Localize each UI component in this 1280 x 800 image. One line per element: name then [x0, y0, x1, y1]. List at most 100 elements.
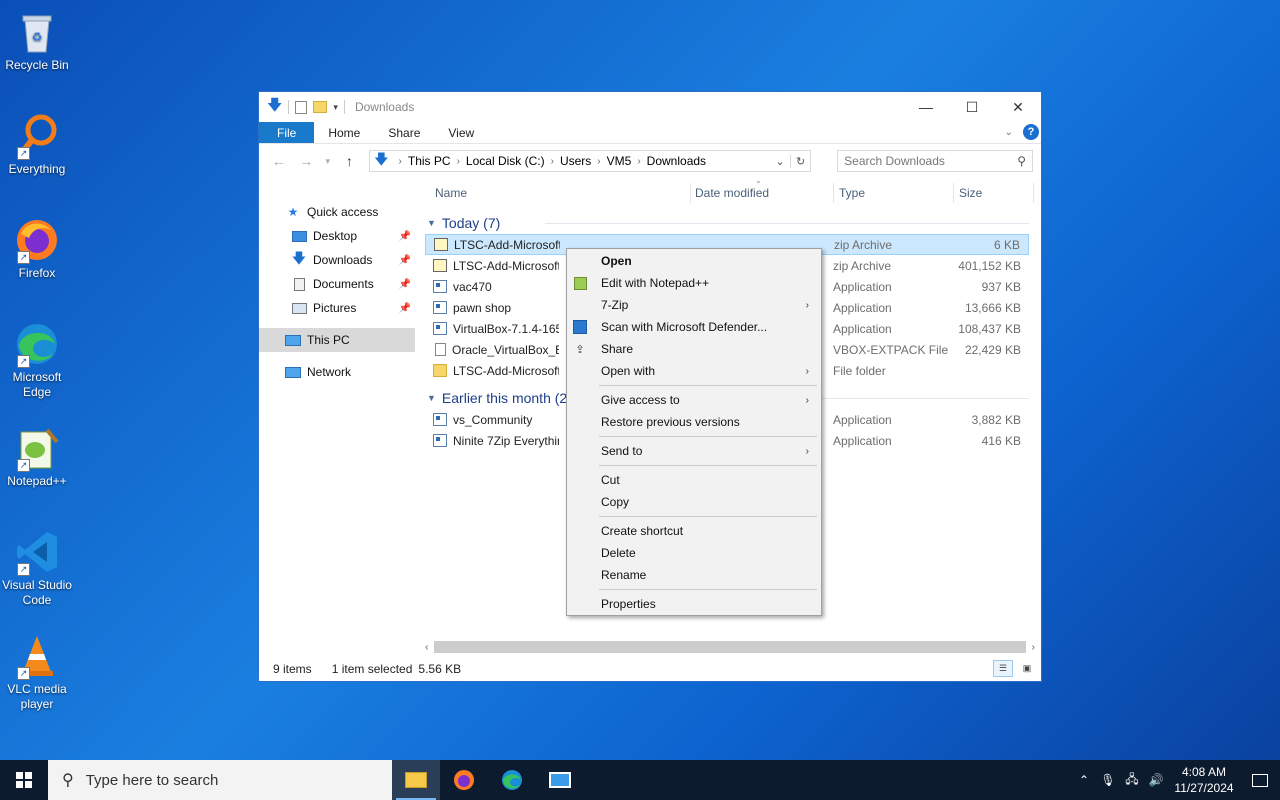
desktop-icon-notepadpp[interactable]: ↗ Notepad++ — [2, 424, 72, 489]
nav-desktop[interactable]: Desktop 📌 — [259, 224, 415, 248]
refresh-icon[interactable]: ↻ — [790, 154, 810, 168]
tab-share[interactable]: Share — [374, 122, 434, 143]
recycle-bin-icon: ♻ — [13, 8, 61, 56]
column-date-modified[interactable]: Date modified — [695, 186, 769, 200]
forward-button[interactable]: → — [294, 150, 317, 172]
scroll-left-icon[interactable]: ‹ — [425, 642, 428, 653]
network-icon[interactable]: 🖧 — [1120, 770, 1144, 791]
up-button[interactable]: ↑ — [338, 150, 361, 172]
notifications-icon[interactable] — [1240, 773, 1280, 787]
nav-pictures[interactable]: Pictures 📌 — [259, 296, 415, 320]
scroll-right-icon[interactable]: › — [1032, 642, 1035, 653]
shortcut-arrow-icon: ↗ — [17, 667, 30, 680]
zip-archive-icon — [433, 259, 447, 272]
menu-item-open-with[interactable]: Open with › — [567, 360, 821, 382]
desktop-icon-microsoft-edge[interactable]: ↗ Microsoft Edge — [2, 320, 72, 400]
column-type[interactable]: Type — [839, 186, 865, 200]
pictures-folder-icon — [291, 301, 307, 315]
close-button[interactable]: ✕ — [995, 92, 1041, 122]
column-name[interactable]: Name — [435, 186, 467, 200]
desktop-icon-firefox[interactable]: ↗ Firefox — [2, 216, 72, 281]
column-size[interactable]: Size — [959, 186, 982, 200]
edge-icon: ↗ — [13, 320, 61, 368]
selection-size: 5.56 KB — [418, 662, 462, 676]
microphone-icon[interactable]: 🎙 — [1096, 773, 1120, 787]
properties-icon[interactable] — [295, 100, 308, 114]
scrollbar-thumb[interactable] — [434, 641, 1026, 653]
submenu-arrow-icon: › — [805, 394, 809, 406]
column-headers: Name Date modified ⌄ Type Size — [425, 176, 1034, 208]
tab-file[interactable]: File — [259, 122, 315, 143]
file-icon — [435, 343, 446, 356]
nav-this-pc[interactable]: This PC — [259, 328, 415, 352]
desktop-icon-vlc[interactable]: ↗ VLC media player — [2, 632, 72, 712]
ribbon-tabs: File Home Share View ⌄ ? — [259, 122, 1041, 144]
nav-documents[interactable]: Documents 📌 — [259, 272, 415, 296]
search-icon: ⚲ — [1017, 154, 1026, 168]
menu-item-7zip[interactable]: 7-Zip › — [567, 294, 821, 316]
search-icon: ⚲ — [62, 772, 74, 789]
desktop-folder-icon — [291, 229, 307, 243]
desktop-icon-recycle-bin[interactable]: ♻ Recycle Bin — [2, 8, 72, 73]
computer-icon — [285, 333, 301, 347]
taskbar-remote-desktop[interactable] — [536, 760, 584, 800]
expand-ribbon-icon[interactable]: ⌄ — [1005, 127, 1013, 138]
breadcrumb-users[interactable]: Users — [560, 154, 591, 168]
nav-quick-access[interactable]: ★ Quick access — [259, 200, 415, 224]
menu-item-send-to[interactable]: Send to › — [567, 440, 821, 462]
menu-item-delete[interactable]: Delete — [567, 542, 821, 564]
breadcrumb-local-disk[interactable]: Local Disk (C:) — [466, 154, 545, 168]
downloads-folder-icon: 🡇 — [291, 250, 307, 266]
application-icon — [433, 322, 447, 335]
help-icon[interactable]: ? — [1023, 124, 1039, 140]
large-icons-view-icon[interactable]: ▣ — [1017, 660, 1037, 677]
menu-item-give-access-to[interactable]: Give access to › — [567, 389, 821, 411]
desktop-icon-vscode[interactable]: ↗ Visual Studio Code — [2, 528, 72, 608]
minimize-button[interactable]: — — [903, 92, 949, 122]
desktop-icon-everything[interactable]: ↗ Everything — [2, 112, 72, 177]
menu-item-share[interactable]: ⇪ Share — [567, 338, 821, 360]
quick-access-toolbar: 🡇 ▾ — [259, 95, 345, 120]
menu-item-cut[interactable]: Cut — [567, 469, 821, 491]
start-button[interactable] — [0, 760, 48, 800]
search-input[interactable]: Search Downloads ⚲ — [837, 150, 1033, 172]
back-button[interactable]: ← — [267, 150, 290, 172]
address-dropdown-icon[interactable]: ⌄ — [770, 155, 790, 168]
breadcrumb-vm5[interactable]: VM5 — [607, 154, 632, 168]
menu-item-create-shortcut[interactable]: Create shortcut — [567, 520, 821, 542]
volume-icon[interactable]: 🔊 — [1144, 773, 1168, 787]
menu-item-edit-with-notepadpp[interactable]: Edit with Notepad++ — [567, 272, 821, 294]
nav-downloads[interactable]: 🡇 Downloads 📌 — [259, 248, 415, 272]
taskbar-search-input[interactable]: ⚲ Type here to search — [48, 760, 392, 800]
menu-item-rename[interactable]: Rename — [567, 564, 821, 586]
address-bar[interactable]: 🡇 › This PC › Local Disk (C:) › Users › VM5 … — [369, 150, 812, 172]
menu-item-properties[interactable]: Properties — [567, 593, 821, 615]
group-header-today[interactable]: ▼ Today (7) — [425, 212, 1029, 234]
vlc-icon: ↗ — [13, 632, 61, 680]
title-bar[interactable]: 🡇 ▾ Downloads — ☐ ✕ — [259, 92, 1041, 122]
svg-text:♻: ♻ — [32, 30, 43, 44]
breadcrumb-this-pc[interactable]: This PC — [408, 154, 451, 168]
recent-locations-button[interactable]: ▾ — [322, 150, 334, 172]
zip-archive-icon — [434, 238, 448, 251]
nav-network[interactable]: Network — [259, 360, 415, 384]
menu-item-restore-previous-versions[interactable]: Restore previous versions — [567, 411, 821, 433]
breadcrumb-downloads[interactable]: Downloads — [647, 154, 706, 168]
sort-indicator-icon: ⌄ — [755, 176, 762, 185]
menu-item-scan-defender[interactable]: Scan with Microsoft Defender... — [567, 316, 821, 338]
taskbar-edge[interactable] — [488, 760, 536, 800]
details-view-icon[interactable]: ☰ — [993, 660, 1013, 677]
maximize-button[interactable]: ☐ — [949, 92, 995, 122]
taskbar-firefox[interactable] — [440, 760, 488, 800]
tab-home[interactable]: Home — [314, 122, 374, 143]
qat-dropdown-icon[interactable]: ▾ — [333, 102, 338, 113]
shortcut-arrow-icon: ↗ — [17, 355, 30, 368]
taskbar-file-explorer[interactable] — [392, 760, 440, 800]
tab-view[interactable]: View — [434, 122, 488, 143]
clock[interactable]: 4:08 AM 11/27/2024 — [1168, 764, 1240, 796]
horizontal-scrollbar[interactable]: ‹ › — [425, 639, 1035, 655]
menu-item-copy[interactable]: Copy — [567, 491, 821, 513]
new-folder-icon[interactable] — [313, 101, 328, 113]
show-hidden-icons-icon[interactable]: ⌃ — [1072, 773, 1096, 787]
menu-item-open[interactable]: Open — [567, 250, 821, 272]
